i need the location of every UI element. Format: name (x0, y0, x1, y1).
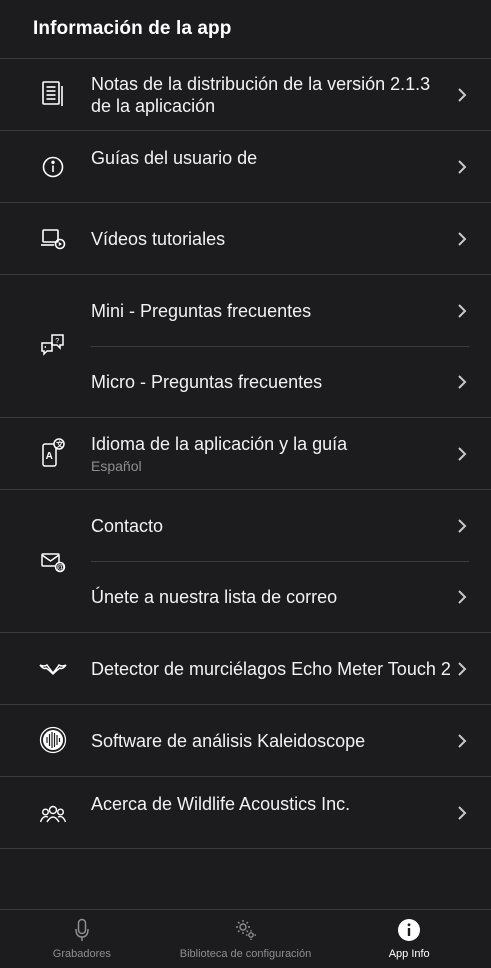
mini-faq-label: Mini - Preguntas frecuentes (91, 300, 312, 321)
micro-faq-label: Micro - Preguntas frecuentes (91, 371, 323, 392)
group-release-notes: Notas de la distribución de la versión 2… (0, 59, 491, 131)
chevron-right-icon (458, 589, 467, 604)
info-list: Notas de la distribución de la versión 2… (0, 59, 491, 849)
bat-detector-row[interactable]: Detector de murciélagos Echo Meter Touch… (0, 633, 491, 704)
chevron-right-icon (458, 374, 467, 389)
release-notes-row[interactable]: Notas de la distribución de la versión 2… (0, 59, 491, 130)
release-notes-label: Notas de la distribución de la versión 2… (91, 73, 431, 116)
tab-app-info-label: App Info (388, 948, 430, 960)
page-title: Información de la app (0, 0, 491, 59)
group-tutorials: Vídeos tutoriales (0, 203, 491, 275)
group-bat-detector: Detector de murciélagos Echo Meter Touch… (0, 633, 491, 705)
chevron-right-icon (458, 446, 467, 461)
tab-recorders-label: Grabadores (52, 948, 111, 960)
tab-config-library[interactable]: Biblioteca de configuración (164, 910, 328, 968)
chevron-right-icon (458, 231, 467, 246)
tab-recorders[interactable]: Grabadores (0, 910, 164, 968)
user-guides-row[interactable]: Guías del usuario de (0, 131, 491, 202)
group-faq: ? Mini - Preguntas frecuentes Micro - Pr… (0, 275, 491, 418)
chevron-right-icon (458, 661, 467, 676)
tutorials-label: Vídeos tutoriales (91, 228, 226, 249)
microphone-icon (75, 918, 89, 941)
mailing-list-label: Únete a nuestra lista de correo (91, 586, 338, 607)
tab-config-library-label: Biblioteca de configuración (179, 948, 312, 960)
language-value: Español (91, 458, 142, 474)
chevron-right-icon (458, 518, 467, 533)
chevron-right-icon (458, 303, 467, 318)
tab-bar: Grabadores Biblioteca de configuración A… (0, 909, 491, 968)
tab-app-info[interactable]: App Info (327, 910, 491, 968)
group-user-guides: Guías del usuario de (0, 131, 491, 203)
group-kaleidoscope: Software de análisis Kaleidoscope (0, 705, 491, 777)
group-contact: @ Contacto Únete a nuestra lista de corr… (0, 490, 491, 633)
group-about: Acerca de Wildlife Acoustics Inc. (0, 777, 491, 849)
gears-icon (235, 920, 256, 940)
user-guides-label: Guías del usuario de (91, 148, 258, 168)
chevron-right-icon (458, 160, 467, 174)
bat-detector-label: Detector de murciélagos Echo Meter Touch… (91, 658, 451, 679)
tutorials-row[interactable]: Vídeos tutoriales (0, 203, 491, 274)
chevron-right-icon (458, 806, 467, 820)
mini-faq-row[interactable]: Mini - Preguntas frecuentes (0, 275, 491, 346)
about-row[interactable]: Acerca de Wildlife Acoustics Inc. (0, 777, 491, 848)
about-label: Acerca de Wildlife Acoustics Inc. (91, 794, 351, 814)
app-info-screen: Información de la app Notas de la distri… (0, 0, 491, 968)
contact-label: Contacto (91, 515, 164, 536)
language-label: Idioma de la aplicación y la guía (91, 434, 348, 454)
micro-faq-row[interactable]: Micro - Preguntas frecuentes (0, 346, 491, 417)
mailing-list-row[interactable]: Únete a nuestra lista de correo (0, 561, 491, 632)
contact-row[interactable]: Contacto (0, 490, 491, 561)
info-filled-icon (398, 919, 421, 941)
kaleidoscope-row[interactable]: Software de análisis Kaleidoscope (0, 705, 491, 776)
chevron-right-icon (458, 87, 467, 102)
page-title-text: Información de la app (33, 18, 232, 39)
language-row[interactable]: Idioma de la aplicación y la guía Españo… (0, 418, 491, 489)
kaleidoscope-label: Software de análisis Kaleidoscope (91, 730, 366, 751)
group-language: A 文 Idioma de la aplicación y la guía Es… (0, 418, 491, 490)
chevron-right-icon (458, 733, 467, 748)
